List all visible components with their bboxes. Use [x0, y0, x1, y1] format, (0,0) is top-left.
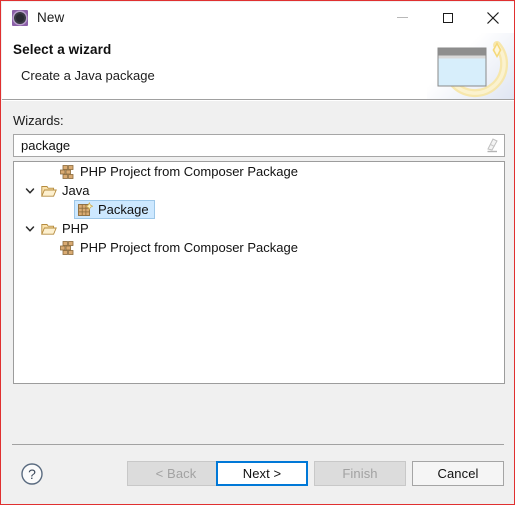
wizard-filter-row[interactable] [13, 134, 505, 157]
back-button[interactable]: < Back [127, 461, 225, 486]
wizard-body: Wizards: PHP Project from Composer Packa… [2, 101, 514, 444]
package-icon [59, 164, 75, 180]
clear-icon[interactable] [482, 135, 502, 156]
help-icon[interactable]: ? [20, 462, 44, 486]
wizard-banner-graphic [427, 33, 514, 99]
tree-item-label: Java [62, 183, 90, 198]
new-wizard-dialog: New Select a wizard Create a Java packag… [0, 0, 515, 505]
new-package-icon [77, 201, 94, 218]
tree-item-label: PHP Project from Composer Package [80, 164, 298, 179]
wizard-filter-input[interactable] [14, 136, 482, 155]
tree-item[interactable]: PHP Project from Composer Package [14, 238, 504, 257]
window-controls [380, 2, 514, 33]
eclipse-new-wizard-icon [12, 9, 28, 26]
wizard-header: Select a wizard Create a Java package [2, 33, 514, 99]
page-title: Select a wizard [13, 42, 112, 57]
minimize-icon[interactable] [380, 2, 425, 33]
tree-item-selected[interactable]: Package [74, 200, 155, 219]
twisty-spacer [40, 238, 56, 257]
chevron-down-icon[interactable] [22, 219, 38, 238]
tree-item[interactable]: PHP [14, 219, 504, 238]
tree-item-label: PHP [62, 221, 89, 236]
chevron-down-icon[interactable] [22, 181, 38, 200]
tree-item-content[interactable]: PHP [38, 219, 95, 238]
tree-item-content[interactable]: PHP Project from Composer Package [56, 238, 304, 257]
svg-text:?: ? [28, 466, 36, 482]
tree-item[interactable]: PHP Project from Composer Package [14, 162, 504, 181]
page-subtitle: Create a Java package [21, 68, 155, 83]
close-icon[interactable] [470, 2, 514, 33]
tree-item-content[interactable]: PHP Project from Composer Package [56, 162, 304, 181]
package-icon [59, 240, 75, 256]
folder-icon [41, 221, 57, 237]
cancel-button[interactable]: Cancel [412, 461, 504, 486]
window-title: New [37, 10, 65, 25]
wizards-label: Wizards: [13, 113, 64, 128]
twisty-spacer [58, 200, 74, 219]
tree-item-content[interactable]: Java [38, 181, 95, 200]
tree-item[interactable]: Java [14, 181, 504, 200]
next-button[interactable]: Next > [216, 461, 308, 486]
tree-item[interactable]: Package [14, 200, 504, 219]
tree-item-label: PHP Project from Composer Package [80, 240, 298, 255]
maximize-icon[interactable] [425, 2, 470, 33]
finish-button[interactable]: Finish [314, 461, 406, 486]
twisty-spacer [40, 162, 56, 181]
wizard-tree[interactable]: PHP Project from Composer Package Java Pac… [13, 161, 505, 384]
folder-icon [41, 183, 57, 199]
tree-item-label: Package [98, 202, 149, 217]
title-bar: New [2, 2, 514, 33]
